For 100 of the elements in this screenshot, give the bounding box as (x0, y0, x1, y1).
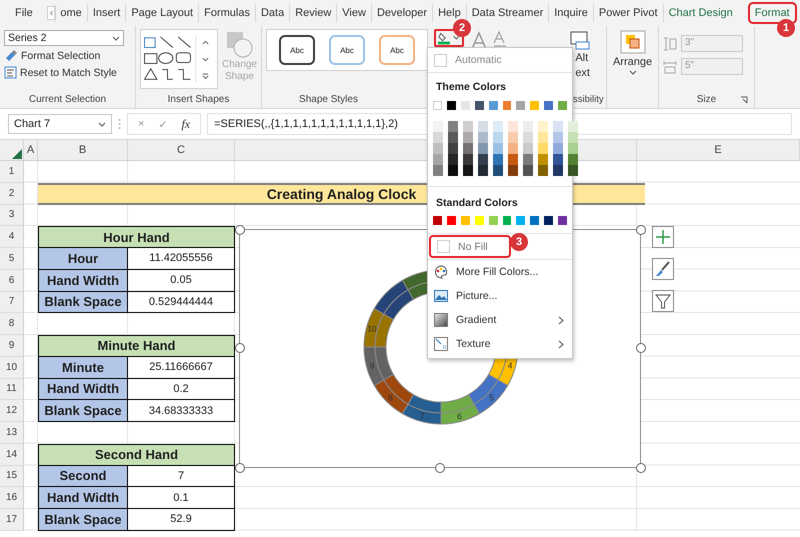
format-selection-button[interactable]: Format Selection (4, 48, 131, 63)
color-swatch[interactable] (553, 143, 563, 154)
color-swatch[interactable] (433, 154, 443, 165)
color-swatch[interactable] (523, 143, 533, 154)
color-swatch[interactable] (508, 132, 518, 143)
ribbon-tab[interactable]: Insert (86, 4, 126, 22)
color-swatch[interactable] (508, 143, 518, 154)
color-swatch[interactable] (538, 154, 548, 165)
name-box[interactable]: Chart 7 (8, 114, 112, 134)
filter-button[interactable] (652, 290, 674, 312)
color-swatch[interactable] (488, 216, 498, 225)
color-swatch[interactable] (502, 101, 512, 110)
column-header[interactable]: C (128, 140, 235, 160)
color-swatch[interactable] (508, 121, 518, 132)
color-swatch[interactable] (493, 143, 503, 154)
color-swatch[interactable] (523, 121, 533, 132)
color-swatch[interactable] (433, 121, 443, 132)
caret-icon[interactable] (98, 122, 106, 126)
menu-item[interactable]: Texture (428, 332, 572, 356)
column-header[interactable]: B (38, 140, 128, 160)
menu-item[interactable]: Gradient (428, 308, 572, 332)
color-swatch[interactable] (460, 216, 470, 225)
ribbon-tab[interactable]: Formulas (198, 4, 255, 22)
color-swatch[interactable] (538, 121, 548, 132)
shape-style-preset[interactable]: Abc (329, 35, 365, 65)
color-swatch[interactable] (448, 132, 458, 143)
color-swatch[interactable] (538, 132, 548, 143)
color-swatch[interactable] (508, 165, 518, 176)
color-swatch[interactable] (448, 165, 458, 176)
ribbon-tab[interactable]: Format (750, 4, 795, 22)
column-header[interactable]: E (637, 140, 800, 160)
color-swatch[interactable] (553, 121, 563, 132)
ribbon-tab[interactable]: Power Pivot (592, 4, 663, 22)
color-swatch[interactable] (478, 132, 488, 143)
color-swatch[interactable] (530, 216, 540, 225)
shape-gallery[interactable] (140, 29, 218, 89)
color-swatch[interactable] (544, 101, 554, 110)
color-swatch[interactable] (558, 216, 568, 225)
grip-icon[interactable] (118, 118, 121, 130)
menu-item[interactable]: Picture... (428, 284, 572, 308)
color-swatch[interactable] (538, 165, 548, 176)
ribbon-tab[interactable]: Page Layout (125, 4, 198, 22)
ribbon-tab[interactable]: Inquire (548, 4, 593, 22)
caret-icon[interactable] (628, 70, 636, 75)
color-swatch[interactable] (530, 101, 540, 110)
ribbon-tab[interactable]: Chart Design (662, 4, 738, 22)
ribbon-tab[interactable]: Review (289, 4, 336, 22)
color-swatch[interactable] (474, 216, 484, 225)
reset-style-button[interactable]: Reset to Match Style (4, 65, 131, 80)
color-swatch[interactable] (463, 154, 473, 165)
color-swatch[interactable] (516, 216, 526, 225)
alt-text-button[interactable]: Alt ext (575, 51, 590, 81)
color-swatch[interactable] (488, 101, 498, 110)
color-swatch[interactable] (433, 132, 443, 143)
color-swatch[interactable] (568, 121, 578, 132)
color-swatch[interactable] (493, 132, 503, 143)
color-swatch[interactable] (544, 216, 554, 225)
color-swatch[interactable] (568, 165, 578, 176)
ribbon-tab[interactable]: File (10, 4, 47, 22)
color-swatch[interactable] (478, 165, 488, 176)
series-dropdown[interactable]: Series 2 (4, 30, 124, 46)
color-swatch[interactable] (568, 143, 578, 154)
color-swatch[interactable] (516, 101, 526, 110)
color-swatch[interactable] (463, 143, 473, 154)
select-all-icon[interactable] (12, 149, 22, 159)
color-swatch[interactable] (448, 143, 458, 154)
caret-icon[interactable] (112, 36, 120, 40)
color-swatch[interactable] (538, 143, 548, 154)
color-swatch[interactable] (508, 154, 518, 165)
color-swatch[interactable] (493, 121, 503, 132)
shape-style-preset[interactable]: Abc (279, 35, 315, 65)
shape-style-preset[interactable]: Abc (379, 35, 415, 65)
menu-item[interactable]: More Fill Colors... (428, 260, 572, 284)
color-swatch[interactable] (478, 154, 488, 165)
color-swatch[interactable] (460, 101, 470, 110)
color-swatch[interactable] (474, 101, 484, 110)
color-swatch[interactable] (463, 132, 473, 143)
color-swatch[interactable] (433, 165, 443, 176)
tab-scroll-button[interactable]: ‹ (46, 6, 56, 20)
color-swatch[interactable] (553, 165, 563, 176)
color-swatch[interactable] (478, 143, 488, 154)
resize-handle[interactable] (636, 463, 646, 473)
color-swatch[interactable] (446, 216, 456, 225)
color-swatch[interactable] (568, 132, 578, 143)
menu-item[interactable]: No Fill (431, 237, 509, 256)
arrange-button[interactable]: Arrange (606, 29, 658, 108)
resize-handle[interactable] (636, 343, 646, 353)
color-swatch[interactable] (463, 121, 473, 132)
color-swatch[interactable] (448, 154, 458, 165)
resize-handle[interactable] (235, 463, 245, 473)
column-header[interactable]: A (24, 140, 38, 160)
color-swatch[interactable] (433, 143, 443, 154)
resize-handle[interactable] (636, 225, 646, 235)
color-swatch[interactable] (493, 154, 503, 165)
color-swatch[interactable] (523, 154, 533, 165)
ribbon-tab[interactable]: ome (54, 4, 87, 22)
color-swatch[interactable] (502, 216, 512, 225)
color-swatch[interactable] (448, 121, 458, 132)
alt-text-icon[interactable] (570, 29, 590, 51)
color-swatch[interactable] (433, 101, 442, 110)
